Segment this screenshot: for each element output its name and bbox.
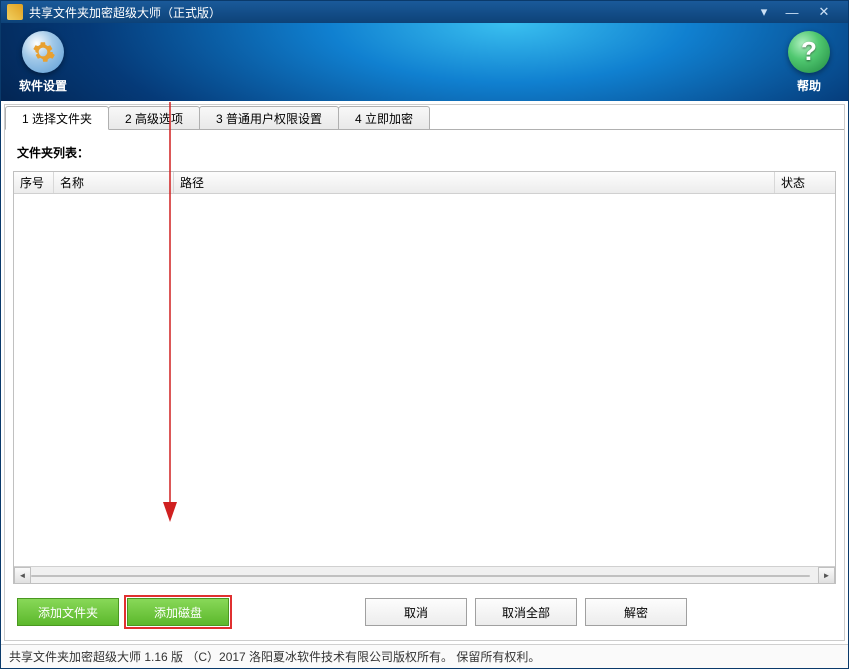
scroll-thumb[interactable]: [31, 575, 810, 577]
tab-panel: 文件夹列表： 序号 名称 路径 状态 ◄ ► 添加文件夹: [5, 129, 844, 640]
close-button[interactable]: ✕: [806, 3, 842, 21]
cancel-button[interactable]: 取消: [365, 598, 467, 626]
horizontal-scrollbar[interactable]: ◄ ►: [14, 566, 835, 583]
window-controls: ▾ — ✕: [750, 3, 842, 21]
decrypt-button[interactable]: 解密: [585, 598, 687, 626]
help-label: 帮助: [797, 77, 821, 94]
app-icon: [7, 4, 23, 20]
table-body[interactable]: [14, 194, 835, 566]
table-header: 序号 名称 路径 状态: [14, 172, 835, 194]
settings-button[interactable]: 软件设置: [19, 31, 67, 94]
title-bar: 共享文件夹加密超级大师（正式版） ▾ — ✕: [1, 1, 848, 23]
scroll-right-button[interactable]: ►: [818, 567, 835, 584]
tab-strip: 1 选择文件夹 2 高级选项 3 普通用户权限设置 4 立即加密: [5, 105, 844, 129]
tab-encrypt[interactable]: 4 立即加密: [338, 106, 430, 130]
dropdown-button[interactable]: ▾: [750, 3, 778, 21]
scroll-left-button[interactable]: ◄: [14, 567, 31, 584]
window-title: 共享文件夹加密超级大师（正式版）: [29, 4, 750, 21]
col-seq[interactable]: 序号: [14, 172, 54, 193]
folder-table: 序号 名称 路径 状态 ◄ ►: [13, 171, 836, 584]
add-folder-button[interactable]: 添加文件夹: [17, 598, 119, 626]
tab-permissions[interactable]: 3 普通用户权限设置: [199, 106, 339, 130]
status-bar: 共享文件夹加密超级大师 1.16 版 （C）2017 洛阳夏冰软件技术有限公司版…: [1, 644, 848, 668]
header-toolbar: 软件设置 ? 帮助: [1, 23, 848, 101]
status-text: 共享文件夹加密超级大师 1.16 版 （C）2017 洛阳夏冰软件技术有限公司版…: [9, 648, 540, 665]
settings-label: 软件设置: [19, 77, 67, 94]
cancel-all-button[interactable]: 取消全部: [475, 598, 577, 626]
app-window: 共享文件夹加密超级大师（正式版） ▾ — ✕ 软件设置 ? 帮助 1 选择文件夹…: [0, 0, 849, 669]
button-row: 添加文件夹 添加磁盘 取消 取消全部 解密: [13, 584, 836, 632]
col-path[interactable]: 路径: [174, 172, 775, 193]
col-status[interactable]: 状态: [775, 172, 835, 193]
content-area: 1 选择文件夹 2 高级选项 3 普通用户权限设置 4 立即加密 文件夹列表： …: [4, 104, 845, 641]
folder-list-label: 文件夹列表：: [13, 144, 836, 161]
minimize-button[interactable]: —: [778, 3, 806, 21]
gear-icon: [22, 31, 64, 73]
help-icon: ?: [788, 31, 830, 73]
tab-advanced[interactable]: 2 高级选项: [108, 106, 200, 130]
help-button[interactable]: ? 帮助: [788, 31, 830, 94]
add-disk-button[interactable]: 添加磁盘: [127, 598, 229, 626]
col-name[interactable]: 名称: [54, 172, 174, 193]
tab-select-folder[interactable]: 1 选择文件夹: [5, 106, 109, 130]
